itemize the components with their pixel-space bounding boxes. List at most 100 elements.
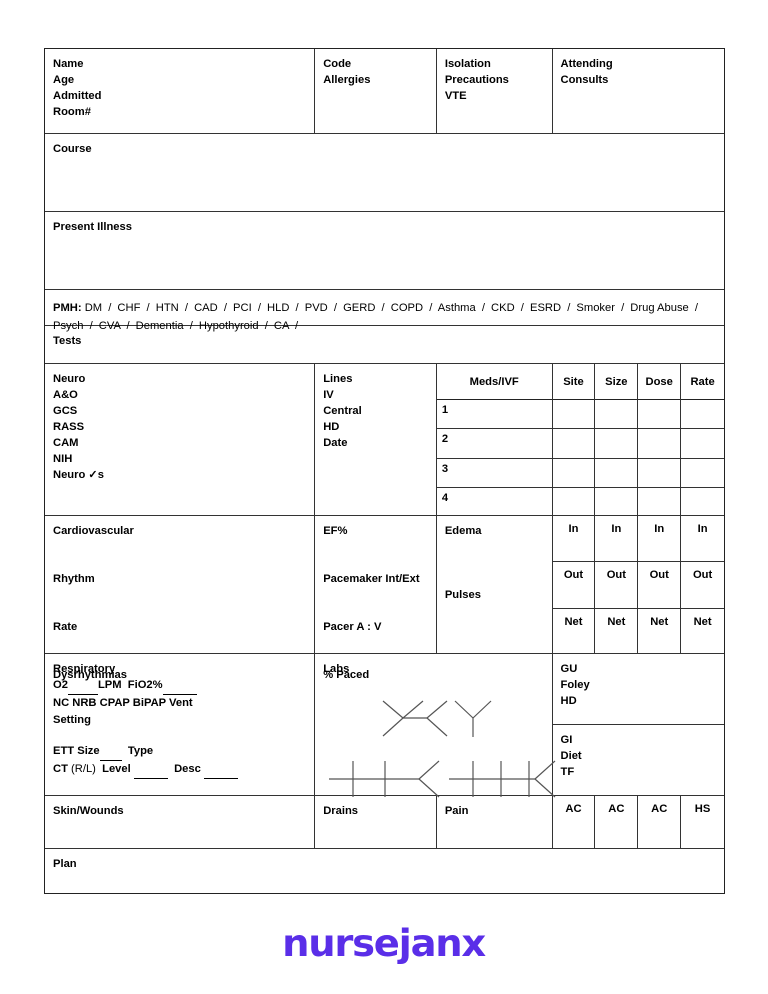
io-out-cell[interactable]: Out: [638, 562, 681, 609]
meds-rate-cell[interactable]: [681, 459, 725, 488]
meds-dose-cell[interactable]: [638, 488, 680, 516]
neuro-item-nih: NIH: [53, 453, 73, 465]
lines-cell[interactable]: Lines IV Central HD Date: [315, 364, 437, 516]
gi-cell[interactable]: GI Diet TF: [553, 725, 724, 796]
respiratory-label: Respiratory: [53, 663, 116, 675]
meds-rate-cell[interactable]: [681, 429, 725, 459]
pmh-separator: /: [481, 302, 485, 314]
edema-pulses-cell[interactable]: Edema Pulses: [437, 516, 553, 654]
ct-desc-label: Desc: [174, 763, 201, 775]
labs-cell[interactable]: Labs: [315, 654, 556, 798]
neuro-cell[interactable]: Neuro A&O GCS RASS CAM NIH Neuro ✓s: [45, 364, 316, 516]
meds-rate-column: Rate: [681, 364, 725, 516]
pmh-item[interactable]: HTN: [153, 302, 182, 314]
meds-rate-cell[interactable]: [681, 488, 724, 516]
meds-row-1[interactable]: 1: [436, 400, 552, 430]
pmh-item[interactable]: Smoker: [573, 302, 618, 314]
io-out-cell[interactable]: Out: [595, 562, 638, 609]
lines-label: Lines: [323, 373, 353, 385]
drains-cell[interactable]: Drains: [315, 796, 437, 849]
edema-label: Edema: [444, 525, 482, 537]
meds-dose-cell[interactable]: [638, 400, 681, 430]
cardiac-device-cell[interactable]: EF% Pacemaker Int/Ext Pacer A : V % Pace…: [315, 516, 437, 681]
pmh-item[interactable]: GERD: [340, 302, 379, 314]
respiratory-cell[interactable]: Respiratory O2 LPM FiO2% NC NRB CPAP BiP…: [45, 654, 316, 796]
pmh-separator: /: [381, 302, 385, 314]
pmh-item[interactable]: Drug Abuse: [627, 302, 692, 314]
ct-desc-blank[interactable]: [203, 761, 238, 779]
lines-items: IV Central HD Date: [323, 387, 436, 451]
o2-blank[interactable]: [67, 677, 98, 695]
pmh-item[interactable]: PVD: [302, 302, 331, 314]
pmh-item[interactable]: ESRD: [527, 302, 564, 314]
meds-size-cell[interactable]: [595, 459, 638, 488]
meds-row-3[interactable]: 3: [436, 459, 552, 488]
io-out-cell[interactable]: Out: [552, 562, 595, 609]
meds-site-header: Site: [552, 364, 595, 400]
meds-site-cell[interactable]: [552, 429, 595, 459]
meds-row-2[interactable]: 2: [436, 429, 552, 459]
skin-wounds-cell[interactable]: Skin/Wounds: [45, 796, 316, 849]
field-allergies: Allergies: [323, 74, 371, 86]
meds-dose-cell[interactable]: [638, 429, 681, 459]
io-column-1: In Out Net: [552, 516, 596, 654]
meds-site-cell[interactable]: [553, 488, 595, 516]
io-in-cell[interactable]: In: [681, 516, 725, 563]
meds-rate-cell[interactable]: [681, 400, 725, 430]
tests-cell[interactable]: Tests: [45, 326, 724, 364]
gu-cell[interactable]: GU Foley HD: [552, 654, 724, 725]
field-vte: VTE: [444, 90, 467, 102]
io-net-cell[interactable]: Net: [595, 609, 637, 654]
ett-size-blank[interactable]: [99, 743, 122, 761]
present-illness-cell[interactable]: Present Illness: [45, 212, 724, 290]
pmh-item[interactable]: CKD: [488, 302, 518, 314]
meds-site-cell[interactable]: [552, 400, 595, 430]
neuro-item-checks: Neuro ✓s: [53, 469, 105, 481]
pmh-cell[interactable]: PMH: DM / CHF / HTN / CAD / PCI / HLD / …: [45, 290, 724, 332]
glucose-ac-cell-2[interactable]: AC: [595, 796, 639, 849]
pmh-item[interactable]: Asthma: [435, 302, 479, 314]
io-column-3: In Out Net: [638, 516, 682, 654]
pain-cell[interactable]: Pain: [437, 796, 553, 849]
io-net-cell[interactable]: Net: [553, 609, 595, 654]
oxygen-line: O2 LPM FiO2%: [53, 677, 314, 695]
meds-size-cell[interactable]: [595, 400, 638, 430]
glucose-ac-cell-3[interactable]: AC: [638, 796, 682, 849]
gu-item-hd: HD: [560, 695, 577, 707]
io-in-cell[interactable]: In: [638, 516, 681, 563]
ct-level-blank[interactable]: [133, 761, 168, 779]
meds-dose-cell[interactable]: [638, 459, 681, 488]
isolation-cell[interactable]: Isolation Precautions VTE: [437, 49, 553, 134]
meds-dose-column: Dose: [638, 364, 682, 516]
patient-info-cell[interactable]: Name Age Admitted Room#: [45, 49, 316, 134]
io-in-cell[interactable]: In: [595, 516, 638, 563]
io-net-cell[interactable]: Net: [638, 609, 680, 654]
bmp-short-fishbone: [329, 760, 440, 798]
gi-label: GI: [560, 734, 573, 746]
io-out-cell[interactable]: Out: [681, 562, 725, 609]
meds-row-4[interactable]: 4: [437, 488, 552, 516]
pmh-item[interactable]: DM: [82, 302, 106, 314]
fio2-blank[interactable]: [162, 677, 197, 695]
meds-size-cell[interactable]: [595, 429, 638, 459]
pmh-item[interactable]: PCI: [230, 302, 255, 314]
pmh-item[interactable]: CHF: [114, 302, 143, 314]
meds-ivf-rows: 1 2 3 4: [436, 400, 552, 516]
io-net-cell[interactable]: Net: [681, 609, 724, 654]
pmh-item[interactable]: CAD: [191, 302, 221, 314]
code-allergies-cell[interactable]: Code Allergies: [315, 49, 437, 134]
meds-site-cell[interactable]: [552, 459, 595, 488]
pmh-item[interactable]: HLD: [264, 302, 293, 314]
io-in-cell[interactable]: In: [552, 516, 595, 563]
course-label: Course: [53, 143, 92, 155]
cardiovascular-cell[interactable]: Cardiovascular Rhythm Rate Dysrhythmias: [45, 516, 316, 681]
respiratory-row: Respiratory O2 LPM FiO2% NC NRB CPAP BiP…: [45, 654, 724, 798]
field-name: Name: [53, 58, 84, 70]
course-cell[interactable]: Course: [45, 134, 724, 212]
plan-cell[interactable]: Plan: [45, 849, 724, 893]
meds-size-cell[interactable]: [595, 488, 637, 516]
glucose-hs-cell[interactable]: HS: [681, 796, 724, 849]
pmh-item[interactable]: COPD: [388, 302, 427, 314]
attending-cell[interactable]: Attending Consults: [553, 49, 725, 134]
neuro-item-rass: RASS: [53, 421, 85, 433]
